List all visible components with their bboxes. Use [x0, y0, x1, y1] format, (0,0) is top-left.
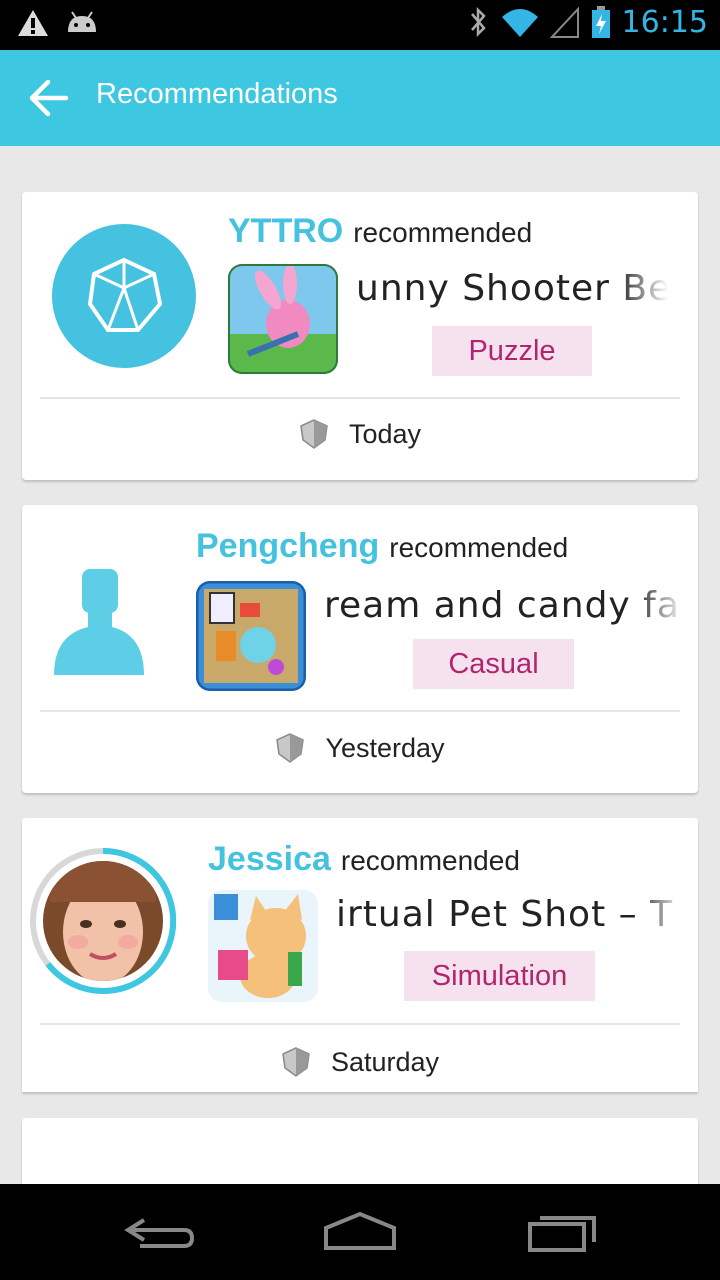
back-nav-icon[interactable] — [120, 1208, 200, 1256]
app-icon-virtual-pet[interactable] — [208, 890, 318, 1002]
divider — [40, 710, 680, 712]
signal-icon — [549, 6, 579, 38]
default-user-avatar-icon[interactable] — [52, 565, 146, 679]
recommender-name[interactable]: Jessica — [208, 840, 331, 878]
recommendation-card[interactable]: Pengcheng recommended ream and candy fa C… — [22, 505, 698, 793]
shield-icon — [300, 419, 328, 449]
recommender-line: Pengcheng recommended — [196, 527, 568, 566]
back-arrow-icon[interactable] — [26, 76, 70, 120]
app-bar: Recommendations — [0, 50, 720, 146]
recommender-line: YTTRO recommended — [228, 212, 532, 251]
shield-icon — [282, 1047, 310, 1077]
yttro-logo-icon[interactable] — [50, 222, 198, 370]
warning-icon — [18, 10, 48, 36]
battery-icon — [591, 6, 610, 38]
app-name: ream and candy fa — [324, 585, 684, 633]
time-row: Saturday — [22, 1042, 698, 1082]
status-clock: 16:15 — [621, 4, 708, 40]
page-title: Recommendations — [96, 78, 338, 110]
recent-apps-icon[interactable] — [522, 1208, 602, 1256]
category-badge: Simulation — [404, 951, 595, 1001]
recommender-name[interactable]: Pengcheng — [196, 527, 379, 565]
divider — [40, 397, 680, 399]
home-nav-icon[interactable] — [320, 1208, 400, 1256]
category-badge: Puzzle — [432, 326, 592, 376]
time-label: Today — [348, 418, 422, 449]
wifi-icon — [501, 9, 538, 37]
app-icon-dream-candy[interactable] — [196, 581, 306, 691]
bunny-game-icon — [228, 264, 338, 374]
status-bar: 16:15 — [0, 0, 720, 50]
app-name: unny Shooter Bes — [356, 268, 668, 316]
recommended-label: recommended — [389, 532, 569, 563]
recommendation-card[interactable]: YTTRO recommended unny Shooter Bes Puzzle… — [22, 192, 698, 480]
app-name: irtual Pet Shot – T — [336, 894, 684, 942]
time-row: Today — [22, 414, 698, 454]
recommender-name[interactable]: YTTRO — [228, 212, 343, 250]
android-debug-icon — [68, 11, 96, 32]
bluetooth-icon — [470, 6, 486, 38]
time-label: Saturday — [330, 1046, 440, 1077]
factory-game-icon — [196, 581, 306, 691]
recommended-label: recommended — [340, 845, 520, 876]
time-row: Yesterday — [22, 728, 698, 768]
pet-game-icon — [208, 890, 318, 1002]
app-icon-bunny-shooter[interactable] — [228, 264, 338, 374]
user-avatar[interactable] — [30, 847, 177, 994]
avatar-photo — [30, 847, 177, 994]
shield-icon — [276, 733, 305, 763]
navigation-bar — [0, 1184, 720, 1280]
recommendation-card[interactable]: Jessica recommended irtual Pet Shot – T S… — [22, 818, 698, 1092]
time-label: Yesterday — [325, 732, 445, 763]
divider — [40, 1023, 680, 1025]
category-badge: Casual — [413, 639, 574, 689]
recommender-line: Jessica recommended — [208, 840, 520, 879]
recommended-label: recommended — [353, 217, 533, 248]
